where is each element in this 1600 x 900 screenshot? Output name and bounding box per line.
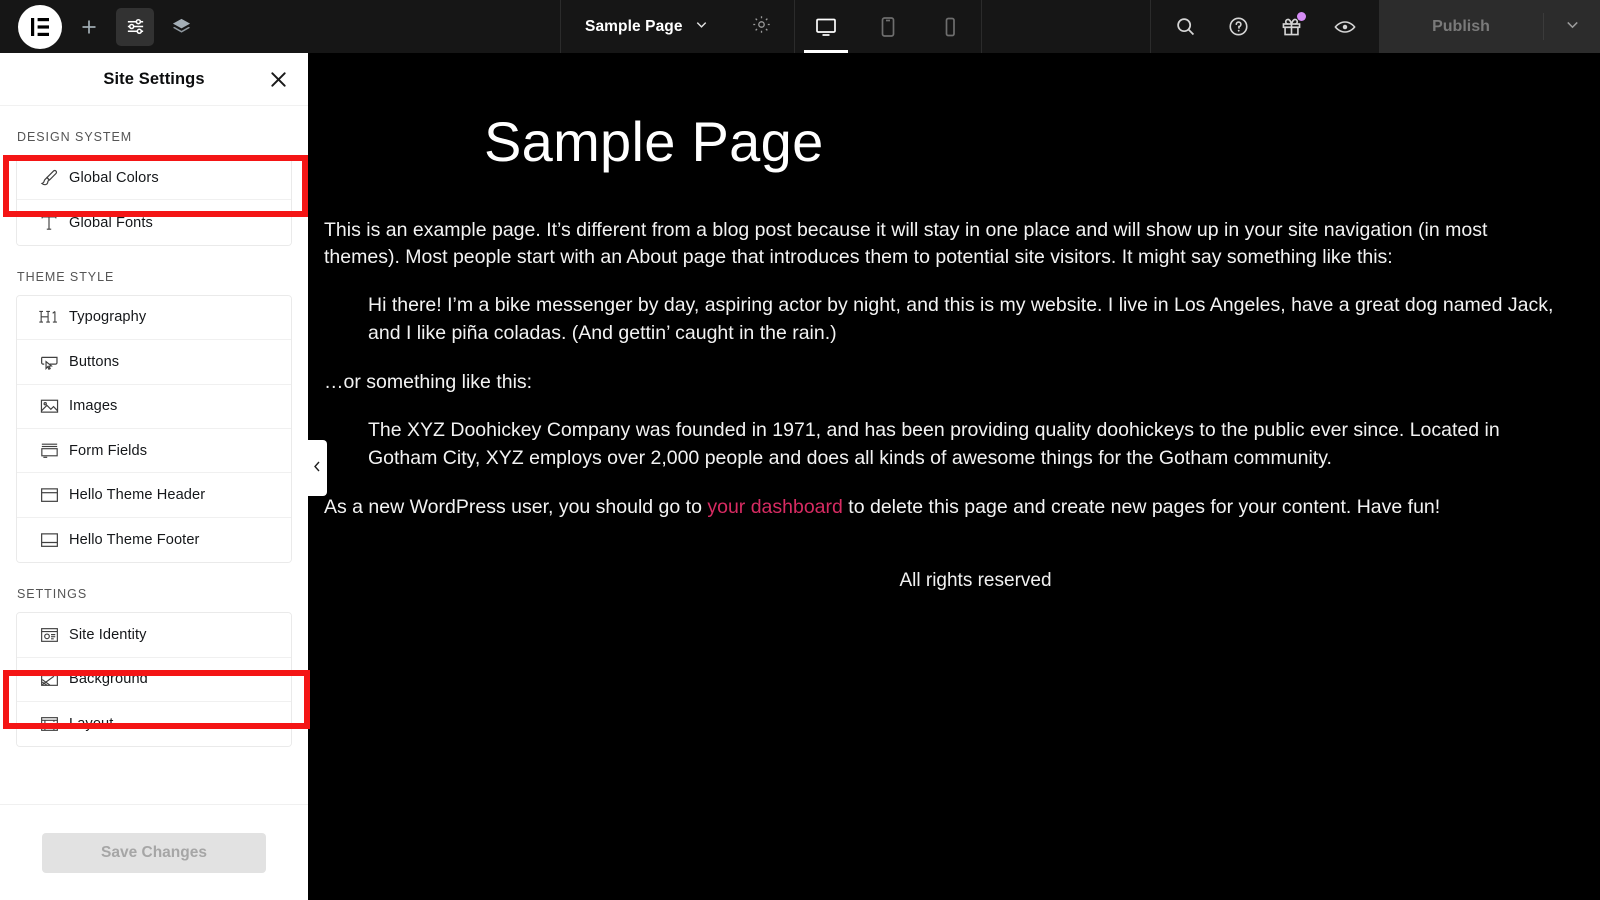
top-bar-left-tools <box>0 0 200 53</box>
sliders-icon[interactable] <box>116 7 154 46</box>
top-bar-actions <box>1151 0 1379 53</box>
gift-icon[interactable] <box>1265 0 1318 53</box>
panel-collapse-handle[interactable] <box>308 440 327 496</box>
sidebar-item-label: Global Fonts <box>69 214 153 231</box>
page-settings-button[interactable] <box>729 0 794 53</box>
section-label-theme-style: THEME STYLE <box>17 269 115 284</box>
preview-canvas: Sample Page This is an example page. It’… <box>308 53 1600 900</box>
chevron-down-icon <box>694 17 709 37</box>
publish-options-button[interactable] <box>1544 0 1600 53</box>
sidebar-item-label: Form Fields <box>69 442 148 459</box>
publish-button[interactable]: Publish <box>1379 0 1543 53</box>
theme-style-card: Typography Buttons Images Form Fields He… <box>16 294 292 564</box>
image-icon <box>29 395 69 417</box>
close-icon[interactable] <box>265 66 291 92</box>
page-title: Sample Page <box>585 17 683 35</box>
sidebar-item-label: Global Colors <box>69 169 159 186</box>
gear-icon <box>751 14 772 40</box>
sidebar-item-global-colors[interactable]: Global Colors <box>17 156 291 201</box>
id-card-icon <box>29 624 69 646</box>
footer-copyright: All rights reserved <box>899 570 1052 592</box>
top-bar-center: Sample Page <box>560 0 982 53</box>
paragraph-3: As a new WordPress user, you should go t… <box>324 494 1557 522</box>
header-layout-icon <box>29 484 69 506</box>
sidebar-item-layout[interactable]: Layout <box>17 701 291 747</box>
sidebar-item-hello-theme-header[interactable]: Hello Theme Header <box>17 473 291 518</box>
layout-grid-icon <box>29 713 69 735</box>
panel-header: Site Settings <box>0 53 308 106</box>
device-desktop-button[interactable] <box>795 0 857 53</box>
h1-heading-icon <box>29 306 69 328</box>
sidebar-item-buttons[interactable]: Buttons <box>17 340 291 385</box>
save-changes-button[interactable]: Save Changes <box>42 832 266 873</box>
sidebar-item-form-fields[interactable]: Form Fields <box>17 428 291 474</box>
sidebar-item-images[interactable]: Images <box>17 384 291 429</box>
plus-icon[interactable] <box>70 8 108 46</box>
dashboard-link[interactable]: your dashboard <box>707 496 843 518</box>
paragraph-2: …or something like this: <box>324 371 533 394</box>
chevron-down-icon <box>1564 16 1581 38</box>
sidebar-item-label: Layout <box>69 716 114 733</box>
device-switcher <box>795 0 981 53</box>
text-t-icon <box>29 212 69 234</box>
background-icon <box>29 668 69 690</box>
form-fields-icon <box>29 440 69 462</box>
site-settings-panel: Site Settings DESIGN SYSTEM Global Color… <box>0 53 308 900</box>
device-mobile-button[interactable] <box>919 0 981 53</box>
layers-icon[interactable] <box>162 8 200 46</box>
sidebar-item-label: Typography <box>69 309 147 326</box>
question-circle-icon[interactable] <box>1212 0 1265 53</box>
paragraph-3-text-after: to delete this page and create new pages… <box>842 496 1441 519</box>
section-label-settings: SETTINGS <box>17 587 88 602</box>
panel-footer: Save Changes <box>0 804 308 900</box>
settings-card: Site Identity Background Layout <box>16 612 292 748</box>
divider <box>980 0 982 53</box>
publish-group: Publish <box>1379 0 1600 53</box>
top-bar-right: Publish <box>1150 0 1600 53</box>
panel-title: Site Settings <box>103 69 205 88</box>
sidebar-item-label: Hello Theme Footer <box>69 531 200 548</box>
blockquote-2: The XYZ Doohickey Company was founded in… <box>368 419 1500 469</box>
device-tablet-button[interactable] <box>857 0 919 53</box>
gift-notification-badge <box>1297 12 1306 21</box>
paragraph-1: This is an example page. It’s different … <box>324 218 1488 269</box>
sidebar-item-global-fonts[interactable]: Global Fonts <box>17 200 291 245</box>
paintbrush-icon <box>29 167 69 189</box>
page-heading: Sample Page <box>484 110 824 173</box>
blockquote-1: Hi there! I’m a bike messenger by day, a… <box>368 293 1554 344</box>
sidebar-item-background[interactable]: Background <box>17 657 291 702</box>
paragraph-3-text-before: As a new WordPress user, you should go t… <box>324 496 708 519</box>
button-cursor-icon <box>29 351 69 373</box>
sidebar-item-site-identity[interactable]: Site Identity <box>17 613 291 658</box>
elementor-logo-icon[interactable] <box>18 4 62 49</box>
eye-icon[interactable] <box>1318 0 1371 53</box>
chevron-left-icon <box>312 460 323 476</box>
elementor-editor: Sample Page Publish Sample Page This is … <box>0 0 1600 900</box>
footer-layout-icon <box>29 529 69 551</box>
sidebar-item-hello-theme-footer[interactable]: Hello Theme Footer <box>17 517 291 563</box>
top-bar: Sample Page Publish <box>0 0 1600 53</box>
sidebar-item-typography[interactable]: Typography <box>17 295 291 341</box>
section-label-design-system: DESIGN SYSTEM <box>17 130 133 144</box>
sidebar-item-label: Background <box>69 671 148 688</box>
sidebar-item-label: Site Identity <box>69 626 147 643</box>
sidebar-item-label: Hello Theme Header <box>69 487 206 504</box>
sidebar-item-label: Buttons <box>69 353 120 370</box>
page-selector[interactable]: Sample Page <box>561 0 729 53</box>
panel-body: DESIGN SYSTEM Global Colors Global Fonts… <box>0 106 308 804</box>
page-content: This is an example page. It’s different … <box>319 217 1562 593</box>
search-icon[interactable] <box>1159 0 1212 53</box>
preview-page: Sample Page This is an example page. It’… <box>308 53 1600 592</box>
design-system-card: Global Colors Global Fonts <box>16 155 292 246</box>
sidebar-item-label: Images <box>69 398 118 415</box>
